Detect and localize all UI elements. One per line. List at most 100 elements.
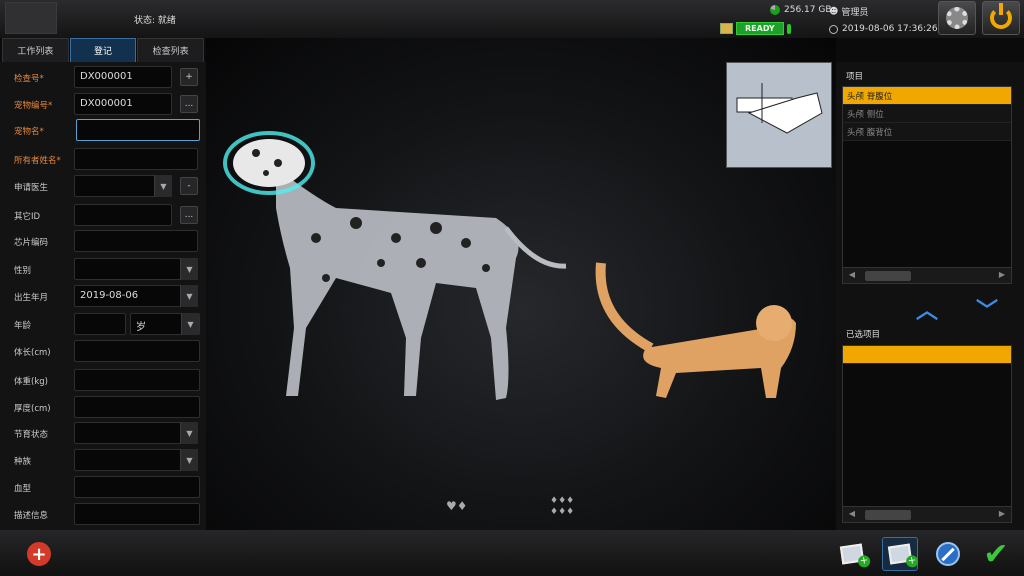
row-age: 年龄 岁 ▼ <box>0 312 206 336</box>
items-scrollbar[interactable]: ◀ ▶ <box>843 267 1011 283</box>
chevron-down-icon[interactable]: ▼ <box>180 258 198 280</box>
chevron-down-icon[interactable]: ▼ <box>180 449 198 471</box>
pet-no-label: 宠物编号* <box>14 101 53 111</box>
tab-exam-list[interactable]: 检查列表 <box>137 38 205 62</box>
chip-input[interactable] <box>74 230 198 252</box>
row-doctor: 申请医生 ▼ - <box>0 174 206 198</box>
selected-item-placeholder[interactable] <box>843 346 1011 364</box>
tab-register[interactable]: 登记 <box>69 38 137 62</box>
owner-name-label: 所有者姓名* <box>14 156 61 166</box>
thickness-input[interactable] <box>74 396 200 418</box>
species-icons[interactable]: ♥♦ ♦♦♦ ♦♦♦ <box>446 496 574 517</box>
top-bar: 状态: 就绪 256.17 GB ☻ 管理员 READY 2019-08-06 … <box>0 0 1024 38</box>
logo <box>5 2 57 34</box>
other-id-label: 其它ID <box>14 212 41 222</box>
status-text: 状态: 就绪 <box>134 16 176 26</box>
disk-usage: 256.17 GB <box>770 5 832 15</box>
sex-label: 性别 <box>14 266 32 276</box>
row-other-id: 其它ID ... <box>0 203 206 227</box>
list-item[interactable]: 头颅 腹背位 <box>843 123 1011 141</box>
length-label: 体长(cm) <box>14 348 51 358</box>
pet-name-input[interactable] <box>76 119 200 141</box>
image-add-icon <box>887 543 913 565</box>
weight-input[interactable] <box>74 369 200 391</box>
desc-label: 描述信息 <box>14 511 49 521</box>
other-animals-icon[interactable]: ♦♦♦ <box>550 496 574 506</box>
list-item[interactable]: 头颅 侧位 <box>843 105 1011 123</box>
chevron-down-icon[interactable]: ▼ <box>154 175 172 197</box>
row-breed: 种族 ▼ <box>0 448 206 472</box>
pet-no-input[interactable]: DX000001 <box>74 93 172 115</box>
ready-badge: READY <box>736 22 784 35</box>
items-list: 头颅 脊腹位 头颅 侧位 头颅 腹背位 ◀ ▶ <box>842 86 1012 284</box>
scroll-thumb[interactable] <box>865 510 911 520</box>
registration-form: 检查号* DX000001 + 宠物编号* DX000001 ... 宠物名* … <box>0 62 206 530</box>
thickness-label: 厚度(cm) <box>14 404 51 414</box>
row-weight: 体重(kg) <box>0 368 206 392</box>
left-tabs: 工作列表 登记 检查列表 <box>0 38 206 62</box>
row-pet-no: 宠物编号* DX000001 ... <box>0 92 206 116</box>
image-add-icon <box>839 543 865 565</box>
owner-name-input[interactable] <box>74 148 198 170</box>
add-patient-button[interactable]: + <box>27 542 51 566</box>
move-up-button[interactable]: ︿ <box>912 299 942 324</box>
row-pet-name: 宠物名* <box>0 118 206 142</box>
cat-figure[interactable] <box>595 262 796 398</box>
datetime-text: 2019-08-06 17:36:26 <box>842 24 938 34</box>
desc-input[interactable] <box>74 503 200 525</box>
bottom-bar <box>0 530 1024 576</box>
chevron-down-icon[interactable]: ▼ <box>181 313 199 335</box>
row-length: 体长(cm) <box>0 339 206 363</box>
position-illustration <box>736 83 823 134</box>
items-title: 项目 <box>846 72 864 82</box>
disk-space: 256.17 GB <box>784 5 832 15</box>
scroll-right-icon[interactable]: ▶ <box>995 270 1009 282</box>
length-input[interactable] <box>74 340 200 362</box>
row-birth: 出生年月 2019-08-06 ▼ <box>0 284 206 308</box>
blood-input[interactable] <box>74 476 200 498</box>
selected-items-list: ◀ ▶ <box>842 345 1012 523</box>
chevron-down-icon[interactable]: ▼ <box>180 285 198 307</box>
scroll-left-icon[interactable]: ◀ <box>845 509 859 521</box>
pet-lookup-button[interactable]: ... <box>180 95 198 113</box>
cancel-icon <box>936 542 960 566</box>
dog-cat-icon[interactable]: ♥♦ <box>446 499 468 513</box>
list-item[interactable]: 头颅 脊腹位 <box>843 87 1011 105</box>
exam-no-label: 检查号* <box>14 74 44 84</box>
power-button[interactable] <box>982 1 1020 35</box>
row-exam-no: 检查号* DX000001 + <box>0 65 206 89</box>
age-label: 年龄 <box>14 321 32 331</box>
check-icon: ✔ <box>983 536 1009 572</box>
scroll-left-icon[interactable]: ◀ <box>845 270 859 282</box>
row-thickness: 厚度(cm) <box>0 395 206 419</box>
scroll-right-icon[interactable]: ▶ <box>995 509 1009 521</box>
chip-label: 芯片编码 <box>14 238 49 248</box>
remove-doctor-button[interactable]: - <box>180 177 198 195</box>
row-neuter: 节育状态 ▼ <box>0 421 206 445</box>
add-study-button[interactable] <box>882 537 918 571</box>
selected-scrollbar[interactable]: ◀ ▶ <box>843 506 1011 522</box>
settings-button[interactable] <box>938 1 976 35</box>
dog-head-region[interactable] <box>223 131 315 195</box>
confirm-button[interactable]: ✔ <box>978 536 1014 572</box>
add-image-button[interactable] <box>834 537 870 571</box>
dog-figure[interactable] <box>276 168 567 400</box>
temperature-icon <box>786 23 791 34</box>
row-sex: 性别 ▼ <box>0 257 206 281</box>
tab-worklist[interactable]: 工作列表 <box>2 38 69 62</box>
cancel-button[interactable] <box>930 537 966 571</box>
detector-status: READY <box>720 22 791 35</box>
other-id-lookup-button[interactable]: ... <box>180 206 198 224</box>
exam-no-input[interactable]: DX000001 <box>74 66 172 88</box>
row-blood: 血型 <box>0 475 206 499</box>
age-input[interactable] <box>74 313 126 335</box>
neuter-label: 节育状态 <box>14 430 49 440</box>
move-down-button[interactable]: ﹀ <box>972 299 1002 324</box>
scroll-thumb[interactable] <box>865 271 911 281</box>
other-id-input[interactable] <box>74 204 172 226</box>
chevron-down-icon[interactable]: ▼ <box>180 422 198 444</box>
add-exam-button[interactable]: + <box>180 68 198 86</box>
disk-pie-icon <box>770 5 780 15</box>
gear-icon <box>946 7 968 29</box>
small-animals-icon[interactable]: ♦♦♦ <box>550 507 574 517</box>
